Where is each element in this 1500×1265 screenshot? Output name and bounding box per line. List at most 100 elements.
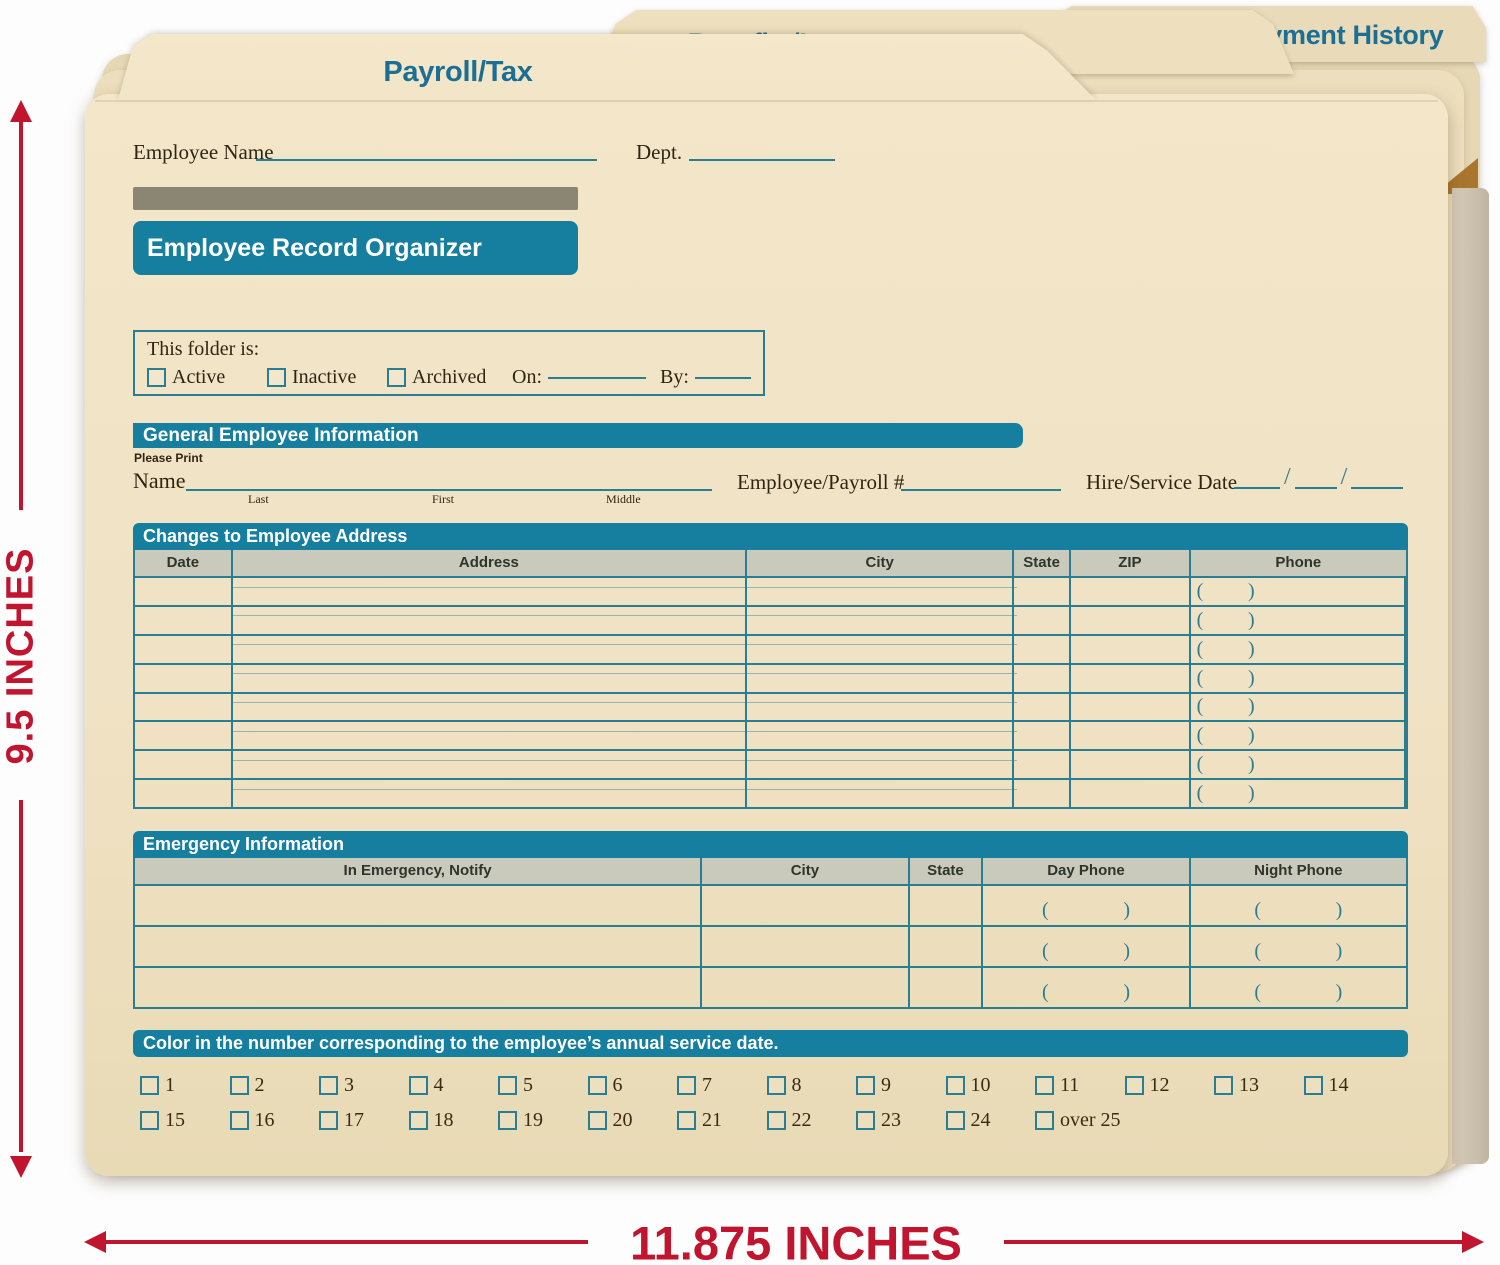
emergency-cell[interactable]: (): [983, 886, 1190, 925]
status-option-inactive[interactable]: Inactive: [267, 366, 356, 389]
service-checkbox-item[interactable]: 19: [498, 1109, 543, 1132]
address-cell[interactable]: [135, 722, 233, 749]
address-cell[interactable]: (): [1191, 578, 1406, 605]
address-cell[interactable]: (): [1191, 780, 1406, 807]
address-cell[interactable]: (): [1191, 636, 1406, 663]
service-year-checkbox[interactable]: [946, 1111, 965, 1130]
service-year-checkbox[interactable]: [1125, 1076, 1144, 1095]
dept-field[interactable]: [689, 159, 835, 161]
emergency-cell[interactable]: [702, 968, 909, 1007]
service-year-checkbox[interactable]: [319, 1111, 338, 1130]
address-cell[interactable]: [1014, 578, 1071, 605]
emergency-cell[interactable]: [702, 886, 909, 925]
service-checkbox-item[interactable]: 4: [409, 1074, 444, 1097]
address-cell[interactable]: [1071, 636, 1191, 663]
service-checkbox-item[interactable]: 17: [319, 1109, 364, 1132]
on-date-field[interactable]: [548, 377, 646, 379]
service-checkbox-item[interactable]: 16: [230, 1109, 275, 1132]
employee-name-field[interactable]: [256, 159, 597, 161]
address-cell[interactable]: [1071, 694, 1191, 721]
address-cell[interactable]: [233, 578, 747, 605]
address-cell[interactable]: [233, 665, 747, 692]
address-cell[interactable]: [1071, 780, 1191, 807]
service-checkbox-item[interactable]: 12: [1125, 1074, 1170, 1097]
address-cell[interactable]: [747, 751, 1014, 778]
service-checkbox-item[interactable]: 1: [140, 1074, 175, 1097]
address-cell[interactable]: (): [1191, 751, 1406, 778]
service-checkbox-item[interactable]: 8: [767, 1074, 802, 1097]
service-year-checkbox[interactable]: [1304, 1076, 1323, 1095]
address-cell[interactable]: [747, 694, 1014, 721]
service-checkbox-item[interactable]: 15: [140, 1109, 185, 1132]
address-cell[interactable]: [1014, 607, 1071, 634]
status-option-archived[interactable]: Archived: [387, 366, 486, 389]
service-year-checkbox[interactable]: [588, 1111, 607, 1130]
address-cell[interactable]: [233, 722, 747, 749]
address-cell[interactable]: [747, 578, 1014, 605]
address-cell[interactable]: [233, 694, 747, 721]
emergency-cell[interactable]: [910, 968, 984, 1007]
address-cell[interactable]: [1071, 751, 1191, 778]
service-checkbox-item[interactable]: 13: [1214, 1074, 1259, 1097]
service-checkbox-item[interactable]: 22: [767, 1109, 812, 1132]
emergency-cell[interactable]: [135, 886, 702, 925]
service-year-checkbox[interactable]: [767, 1076, 786, 1095]
service-year-checkbox[interactable]: [409, 1111, 428, 1130]
address-cell[interactable]: [1014, 665, 1071, 692]
address-cell[interactable]: [1014, 636, 1071, 663]
emergency-cell[interactable]: [135, 927, 702, 966]
service-year-checkbox[interactable]: [319, 1076, 338, 1095]
emergency-cell[interactable]: [910, 927, 984, 966]
active-checkbox[interactable]: [147, 368, 166, 387]
service-checkbox-item[interactable]: 11: [1035, 1074, 1079, 1097]
service-year-checkbox[interactable]: [1035, 1076, 1054, 1095]
address-cell[interactable]: [233, 780, 747, 807]
service-checkbox-item[interactable]: 2: [230, 1074, 265, 1097]
service-year-checkbox[interactable]: [677, 1076, 696, 1095]
service-year-checkbox[interactable]: [1214, 1076, 1233, 1095]
address-cell[interactable]: (): [1191, 694, 1406, 721]
address-cell[interactable]: [135, 665, 233, 692]
payroll-number-field[interactable]: [901, 489, 1061, 491]
service-year-checkbox[interactable]: [140, 1076, 159, 1095]
address-cell[interactable]: [135, 636, 233, 663]
address-cell[interactable]: [233, 636, 747, 663]
service-checkbox-item[interactable]: 6: [588, 1074, 623, 1097]
status-option-active[interactable]: Active: [147, 366, 225, 389]
service-checkbox-item[interactable]: 3: [319, 1074, 354, 1097]
emergency-cell[interactable]: (): [983, 927, 1190, 966]
address-cell[interactable]: (): [1191, 607, 1406, 634]
service-checkbox-item[interactable]: 20: [588, 1109, 633, 1132]
service-year-checkbox[interactable]: [946, 1076, 965, 1095]
service-year-checkbox[interactable]: [498, 1076, 517, 1095]
service-year-checkbox[interactable]: [767, 1111, 786, 1130]
address-cell[interactable]: [1071, 722, 1191, 749]
emergency-cell[interactable]: (): [1191, 968, 1406, 1007]
service-checkbox-item[interactable]: 18: [409, 1109, 454, 1132]
emergency-cell[interactable]: (): [983, 968, 1190, 1007]
emergency-cell[interactable]: (): [1191, 886, 1406, 925]
address-cell[interactable]: [135, 607, 233, 634]
emergency-cell[interactable]: (): [1191, 927, 1406, 966]
service-year-checkbox[interactable]: [588, 1076, 607, 1095]
service-year-checkbox[interactable]: [140, 1111, 159, 1130]
name-field[interactable]: Last First Middle: [186, 489, 712, 491]
hire-date-year-field[interactable]: [1351, 487, 1403, 489]
address-cell[interactable]: [1071, 607, 1191, 634]
service-checkbox-item[interactable]: 7: [677, 1074, 712, 1097]
address-cell[interactable]: (): [1191, 665, 1406, 692]
service-year-checkbox[interactable]: [498, 1111, 517, 1130]
service-year-checkbox[interactable]: [409, 1076, 428, 1095]
by-field[interactable]: [695, 377, 751, 379]
emergency-cell[interactable]: [702, 927, 909, 966]
address-cell[interactable]: (): [1191, 722, 1406, 749]
address-cell[interactable]: [1014, 694, 1071, 721]
address-cell[interactable]: [1014, 722, 1071, 749]
service-year-checkbox[interactable]: [230, 1076, 249, 1095]
address-cell[interactable]: [747, 722, 1014, 749]
service-checkbox-item[interactable]: 5: [498, 1074, 533, 1097]
address-cell[interactable]: [135, 780, 233, 807]
address-cell[interactable]: [747, 780, 1014, 807]
service-checkbox-item[interactable]: 14: [1304, 1074, 1349, 1097]
address-cell[interactable]: [1071, 578, 1191, 605]
